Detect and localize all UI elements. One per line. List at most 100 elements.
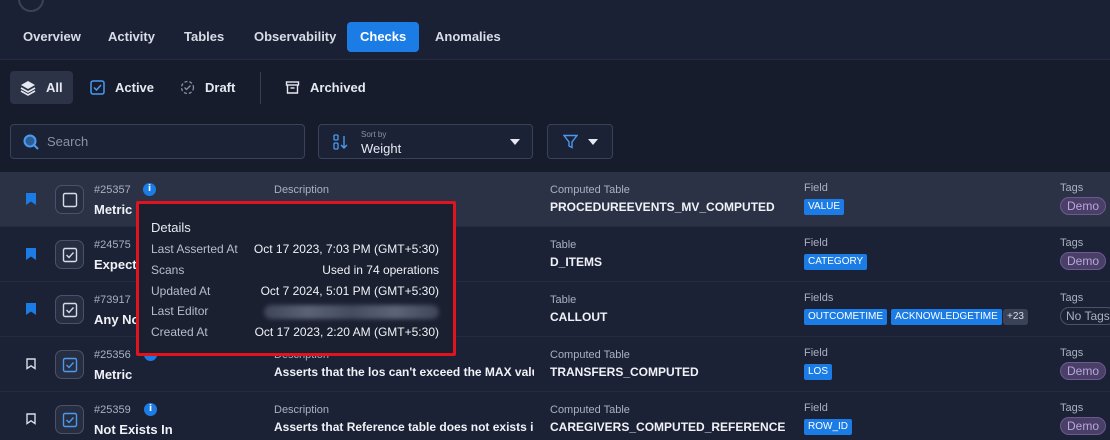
field-tag[interactable]: OUTCOMETIME (804, 309, 887, 325)
tag-badge[interactable]: Demo (1060, 362, 1107, 380)
draft-circle-icon (180, 80, 195, 95)
filter-archived-button[interactable]: Archived (275, 71, 376, 104)
table-value: D_ITEMS (550, 255, 603, 269)
check-square-icon (90, 80, 105, 95)
tab-overview[interactable]: Overview (10, 22, 94, 52)
table-value: TRANSFERS_COMPUTED (550, 365, 699, 379)
tag-badge[interactable]: Demo (1060, 417, 1107, 435)
tags-label: Tags (1060, 347, 1084, 359)
description-label: Description (274, 184, 330, 196)
tags-label: Tags (1060, 402, 1084, 414)
field-label: Field (804, 402, 828, 414)
bookmark-filled-icon[interactable] (26, 248, 36, 260)
field-label: Fields (804, 292, 834, 304)
table-row[interactable]: #25359 i Not Exists In Description Asser… (0, 392, 1110, 440)
sort-dropdown[interactable]: Sort by Weight (318, 124, 533, 159)
tab-anomalies[interactable]: Anomalies (422, 22, 514, 52)
chevron-down-icon (510, 139, 520, 145)
tooltip-title: Details (151, 220, 191, 235)
tab-checks[interactable]: Checks (347, 22, 420, 52)
row-checkbox[interactable] (55, 295, 84, 324)
row-checkbox[interactable] (55, 240, 84, 269)
avatar-partial (18, 0, 44, 12)
filter-all-button[interactable]: All (10, 71, 73, 104)
layers-icon (20, 80, 36, 96)
table-label: Computed Table (550, 349, 630, 361)
table-label: Computed Table (550, 184, 630, 196)
tooltip-key: Updated At (151, 284, 211, 298)
tooltip-row: Scans Used in 74 operations (151, 263, 443, 281)
info-icon[interactable]: i (143, 183, 156, 196)
field-tag[interactable]: LOS (804, 364, 833, 380)
check-name: Not Exists In (94, 422, 173, 437)
sort-value: Weight (361, 141, 402, 156)
field-label: Field (804, 347, 828, 359)
tab-observability[interactable]: Observability (241, 22, 349, 52)
sort-icon (333, 134, 348, 150)
search-box (10, 124, 305, 159)
tag-badge: No Tags (1060, 307, 1110, 325)
field-tag[interactable]: ACKNOWLEDGETIME (891, 309, 1002, 325)
filters-bar: Sort by Weight (0, 116, 1110, 172)
table-label: Computed Table (550, 404, 630, 416)
row-checkbox[interactable] (55, 405, 84, 434)
row-checkbox[interactable] (55, 350, 84, 379)
filter-active-label: Active (115, 80, 155, 95)
funnel-icon (562, 134, 578, 149)
sort-label: Sort by (361, 130, 387, 139)
more-fields-badge[interactable]: +23 (1003, 309, 1028, 325)
draft-square-icon (62, 192, 77, 207)
check-id: #25357 (94, 184, 131, 196)
table-value: PROCEDUREEVENTS_MV_COMPUTED (550, 200, 775, 214)
tooltip-key: Created At (151, 325, 208, 339)
tooltip-value: Oct 17 2023, 2:20 AM (GMT+5:30) (254, 325, 439, 339)
check-square-icon (62, 357, 77, 372)
tab-activity[interactable]: Activity (95, 22, 168, 52)
info-icon[interactable]: i (144, 403, 157, 416)
tooltip-key: Last Asserted At (151, 242, 238, 256)
chevron-down-icon (587, 138, 598, 145)
field-label: Field (804, 182, 828, 194)
tooltip-row: Created At Oct 17 2023, 2:20 AM (GMT+5:3… (151, 325, 443, 343)
tags-label: Tags (1060, 182, 1084, 194)
main-tabs: Overview Activity Tables Observability C… (0, 18, 1110, 60)
filter-draft-button[interactable]: Draft (170, 71, 245, 104)
redacted-editor (264, 305, 439, 319)
check-id: #25356 (94, 349, 131, 361)
details-tooltip: Details Last Asserted At Oct 17 2023, 7:… (136, 201, 456, 356)
check-square-icon (62, 247, 77, 262)
field-tag[interactable]: CATEGORY (804, 254, 868, 270)
bookmark-filled-icon[interactable] (26, 303, 36, 315)
tag-badge[interactable]: Demo (1060, 197, 1107, 215)
bookmark-filled-icon[interactable] (26, 193, 36, 205)
check-id: #24575 (94, 239, 131, 251)
tooltip-value: Oct 7 2024, 5:01 PM (GMT+5:30) (260, 284, 439, 298)
tooltip-key: Scans (151, 263, 185, 277)
check-square-icon (62, 412, 77, 427)
tag-badge[interactable]: Demo (1060, 252, 1107, 270)
table-value: CAREGIVERS_COMPUTED_REFERENCE (550, 420, 786, 434)
tooltip-row: Updated At Oct 7 2024, 5:01 PM (GMT+5:30… (151, 284, 443, 302)
tooltip-value: Used in 74 operations (322, 263, 439, 277)
status-filter-bar: All Active Draft Archived (0, 60, 1110, 116)
field-tag[interactable]: VALUE (804, 199, 845, 215)
filter-button[interactable] (547, 124, 613, 159)
check-name: Metric (94, 367, 133, 382)
row-checkbox[interactable] (55, 185, 84, 214)
description-label: Description (274, 404, 330, 416)
tab-tables[interactable]: Tables (171, 22, 237, 52)
bookmark-outline-icon[interactable] (26, 413, 36, 425)
field-tag[interactable]: ROW_ID (804, 419, 852, 435)
filter-draft-label: Draft (205, 80, 236, 95)
tooltip-value: Oct 17 2023, 7:03 PM (GMT+5:30) (253, 242, 439, 256)
check-id: #73917 (94, 294, 131, 306)
top-strip (0, 0, 1110, 18)
search-input[interactable] (47, 134, 287, 149)
bookmark-outline-icon[interactable] (26, 358, 36, 370)
filter-active-button[interactable]: Active (80, 71, 164, 104)
tags-label: Tags (1060, 237, 1084, 249)
check-id: #25359 (94, 404, 131, 416)
table-value: CALLOUT (550, 310, 608, 324)
table-label: Table (550, 294, 577, 306)
tooltip-row: Last Editor (151, 304, 443, 322)
